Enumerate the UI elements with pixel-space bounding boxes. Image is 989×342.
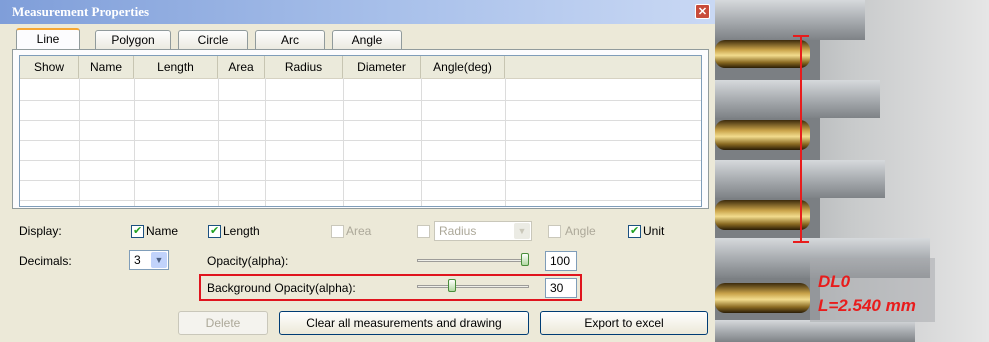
unit-checkbox[interactable] xyxy=(628,224,641,238)
measurement-name-text: DL0 xyxy=(818,272,851,291)
opacity-value-field[interactable]: 100 xyxy=(545,251,577,271)
grid-line xyxy=(20,140,701,141)
grid-line xyxy=(343,78,344,206)
col-length[interactable]: Length xyxy=(134,56,218,78)
opacity-label: Opacity(alpha): xyxy=(207,254,289,268)
radius-checkbox[interactable] xyxy=(417,225,430,238)
tab-arc[interactable]: Arc xyxy=(255,30,325,49)
col-angle-deg[interactable]: Angle(deg) xyxy=(421,56,505,78)
decimals-select[interactable]: 3 ▼ xyxy=(129,250,169,270)
tab-circle[interactable]: Circle xyxy=(178,30,248,49)
name-checkbox[interactable] xyxy=(131,224,144,238)
opacity-slider-track[interactable] xyxy=(417,259,529,262)
tab-panel-line: Show Name Length Area Radius Diameter An… xyxy=(12,49,709,209)
title-bar[interactable]: Measurement Properties ✕ xyxy=(0,0,715,24)
grid-line xyxy=(20,100,701,101)
decimals-label: Decimals: xyxy=(19,254,72,268)
col-radius[interactable]: Radius xyxy=(265,56,343,78)
grid-line xyxy=(20,180,701,181)
grid-line xyxy=(421,78,422,206)
unit-checkbox-label[interactable]: Unit xyxy=(643,224,664,238)
radius-select[interactable]: Radius ▼ xyxy=(434,221,532,241)
close-icon[interactable]: ✕ xyxy=(695,4,710,19)
chevron-down-icon: ▼ xyxy=(514,223,530,239)
grid-line xyxy=(20,160,701,161)
area-checkbox[interactable] xyxy=(331,225,344,238)
measurement-value-text: L=2.540 mm xyxy=(818,296,916,315)
grid-line xyxy=(218,78,219,206)
export-excel-button[interactable]: Export to excel xyxy=(540,311,708,335)
tab-polygon[interactable]: Polygon xyxy=(95,30,171,49)
length-checkbox-label[interactable]: Length xyxy=(223,224,260,238)
chevron-down-icon: ▼ xyxy=(151,252,167,268)
display-label: Display: xyxy=(19,224,62,238)
radius-select-value: Radius xyxy=(439,224,477,238)
grid-line xyxy=(79,78,80,206)
measurement-properties-dialog: Measurement Properties ✕ Line Polygon Ci… xyxy=(0,0,715,342)
grid-line xyxy=(20,200,701,201)
col-area[interactable]: Area xyxy=(218,56,265,78)
bg-opacity-slider-thumb[interactable] xyxy=(448,279,457,292)
bg-opacity-slider-track[interactable] xyxy=(417,285,529,288)
clear-all-button[interactable]: Clear all measurements and drawing xyxy=(279,311,529,335)
decimals-select-value: 3 xyxy=(134,253,141,267)
name-checkbox-label[interactable]: Name xyxy=(146,224,178,238)
opacity-slider-thumb[interactable] xyxy=(521,253,529,266)
grid-line xyxy=(134,78,135,206)
angle-checkbox[interactable] xyxy=(548,225,561,238)
measurement-table[interactable]: Show Name Length Area Radius Diameter An… xyxy=(19,55,702,207)
tab-line[interactable]: Line xyxy=(16,28,80,50)
table-header: Show Name Length Area Radius Diameter An… xyxy=(20,56,701,79)
length-checkbox[interactable] xyxy=(208,224,221,238)
grid-line xyxy=(265,78,266,206)
delete-button[interactable]: Delete xyxy=(178,311,268,335)
col-show[interactable]: Show xyxy=(20,56,79,78)
angle-checkbox-label[interactable]: Angle xyxy=(565,224,596,238)
area-checkbox-label[interactable]: Area xyxy=(346,224,371,238)
grid-line xyxy=(20,120,701,121)
tab-angle[interactable]: Angle xyxy=(332,30,402,49)
window-title: Measurement Properties xyxy=(12,4,150,19)
bg-opacity-value-field[interactable]: 30 xyxy=(545,278,577,298)
measurement-image-canvas: DL0 L=2.540 mm xyxy=(715,0,989,342)
grid-line xyxy=(505,78,506,206)
col-diameter[interactable]: Diameter xyxy=(343,56,421,78)
microscope-image[interactable]: DL0 L=2.540 mm xyxy=(715,0,989,342)
col-name[interactable]: Name xyxy=(79,56,134,78)
bg-opacity-label: Background Opacity(alpha): xyxy=(207,281,356,295)
